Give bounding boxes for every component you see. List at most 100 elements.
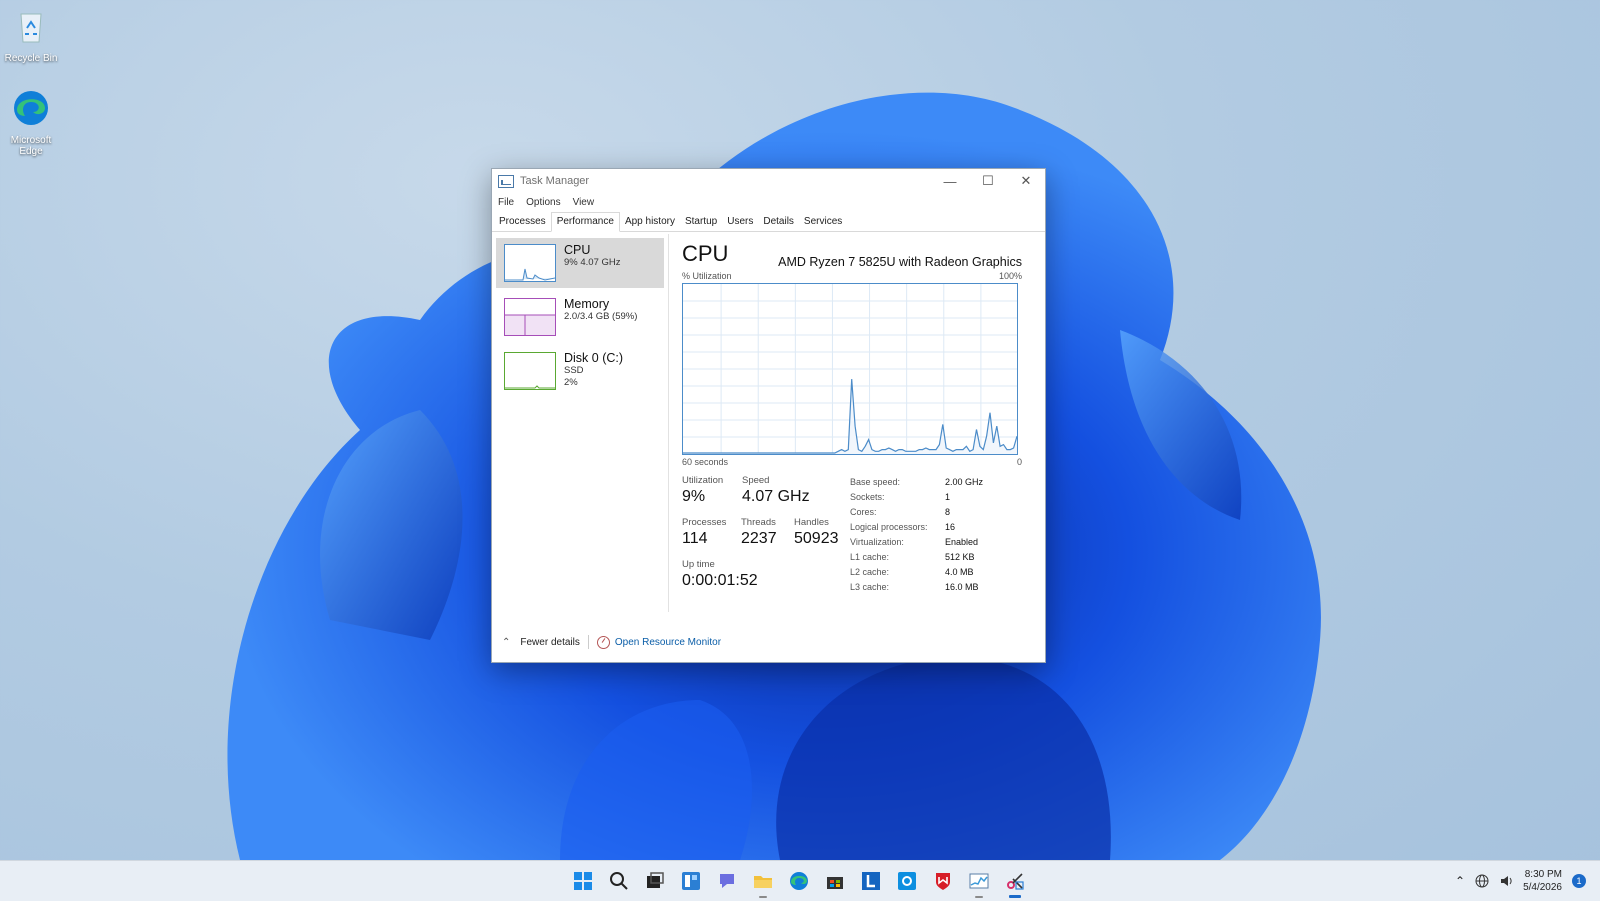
start-button[interactable] [565,861,601,901]
l-app-button[interactable] [853,861,889,901]
utilization-axis-label: % Utilization [682,271,732,281]
cpu-utilization-graph [682,283,1018,455]
spec-value: 2.00 GHz [945,477,984,487]
tab-processes[interactable]: Processes [494,216,551,231]
spec-label: Logical processors: [850,522,928,532]
stat-speed: Speed 4.07 GHz [742,475,810,506]
task-view-button[interactable] [637,861,673,901]
utilization-max-label: 100% [998,271,1022,281]
taskbar-apps [565,861,1033,901]
close-button[interactable]: ✕ [1007,169,1045,193]
spec-label: L2 cache: [850,567,890,577]
clock-date: 5/4/2026 [1523,882,1562,893]
time-axis-end: 0 [1016,457,1022,467]
stat-value: 4.07 GHz [742,488,810,505]
stat-utilization: Utilization 9% [682,475,723,506]
desktop-icon-recycle-bin[interactable]: Recycle Bin [0,6,63,64]
store-button[interactable] [817,861,853,901]
sidebar-item-detail: 2.0/3.4 GB (59%) [564,311,638,322]
title-bar[interactable]: Task Manager — ☐ ✕ [492,169,1045,193]
file-explorer-button[interactable] [745,861,781,901]
l-app-icon [862,872,880,890]
menu-view[interactable]: View [573,197,595,208]
cpu-thumbnail-graph [504,244,556,282]
clock[interactable]: 8:30 PM 5/4/2026 [1523,868,1562,894]
divider [587,635,589,649]
tab-performance[interactable]: Performance [550,212,620,232]
stat-label: Processes [682,517,727,528]
blue-app-button[interactable] [889,861,925,901]
stat-label: Handles [794,517,829,528]
fewer-details-link[interactable]: Fewer details [520,637,579,648]
time-axis-label: 60 seconds [682,457,729,467]
sidebar-item-detail-2: 2% [564,377,578,388]
volume-icon[interactable] [1499,874,1513,888]
spec-row: L3 cache: 16.0 MB [850,580,983,595]
spec-row: L2 cache: 4.0 MB [850,565,983,580]
desktop-icon-edge[interactable]: Microsoft Edge [0,88,63,157]
spec-value: 16 [945,522,956,532]
stat-value: 0:00:01:52 [682,572,758,589]
menu-file[interactable]: File [498,197,514,208]
menu-bar: File Options View [492,193,1045,211]
mcafee-icon [936,873,950,890]
chat-button[interactable] [709,861,745,901]
tab-app-history[interactable]: App history [620,216,680,231]
recycle-bin-icon [20,13,42,43]
snipping-tool-icon [1007,873,1024,890]
task-manager-app-icon [498,174,514,188]
stat-label: Speed [742,475,770,486]
spec-label: L3 cache: [850,582,890,592]
menu-options[interactable]: Options [526,197,560,208]
maximize-button[interactable]: ☐ [969,169,1007,193]
task-manager-button[interactable] [961,861,997,901]
cpu-model: AMD Ryzen 7 5825U with Radeon Graphics [778,255,1022,269]
snipping-tool-button[interactable] [997,861,1033,901]
network-globe-icon[interactable] [1475,874,1489,888]
task-view-icon [647,872,664,888]
spec-label: L1 cache: [850,552,890,562]
notification-badge[interactable]: 1 [1572,874,1586,888]
chevron-up-icon[interactable]: ⌃ [502,637,510,648]
sidebar-item-name: CPU [564,243,591,257]
tab-startup[interactable]: Startup [680,216,722,231]
stat-value: 2237 [741,530,777,547]
sidebar-item-memory[interactable]: Memory 2.0/3.4 GB (59%) [496,292,664,342]
spec-row: Cores: 8 [850,505,983,520]
open-resource-monitor-link[interactable]: Open Resource Monitor [615,637,721,648]
edge-icon [790,872,808,890]
window-footer: ⌃ Fewer details Open Resource Monitor [492,622,1045,662]
spec-value: 16.0 MB [945,582,979,592]
tab-users[interactable]: Users [722,216,758,231]
stat-processes: Processes 114 [682,517,726,548]
stat-handles: Handles 50923 [794,517,839,548]
spec-label: Virtualization: [850,537,904,547]
edge-button[interactable] [781,861,817,901]
cpu-panel: CPU AMD Ryzen 7 5825U with Radeon Graphi… [682,241,1022,605]
tab-services[interactable]: Services [799,216,847,231]
spec-row: Logical processors: 16 [850,520,983,535]
sidebar-item-cpu[interactable]: CPU 9% 4.07 GHz [496,238,664,288]
cpu-graph-svg [683,284,1018,454]
tab-details[interactable]: Details [758,216,799,231]
memory-thumbnail-graph [504,298,556,336]
spec-label: Base speed: [850,477,901,487]
start-icon [574,872,592,890]
store-icon [827,877,843,889]
performance-sidebar: CPU 9% 4.07 GHz Memory 2.0/3.4 GB (59%) … [492,234,669,612]
widgets-button[interactable] [673,861,709,901]
spec-row: Sockets: 1 [850,490,983,505]
resource-monitor-icon [596,635,610,649]
search-button[interactable] [601,861,637,901]
minimize-button[interactable]: — [931,169,969,193]
mcafee-button[interactable] [925,861,961,901]
show-hidden-icons-chevron-icon[interactable]: ⌃ [1455,874,1465,888]
desktop-icon-label: Microsoft Edge [10,135,52,157]
stat-value: 50923 [794,530,839,547]
spec-value: Enabled [945,537,979,547]
spec-value: 8 [945,507,951,517]
clock-time: 8:30 PM [1524,869,1562,880]
spec-value: 4.0 MB [945,567,974,577]
taskbar: ⌃ 8:30 PM 5/4/2026 1 [0,860,1600,901]
sidebar-item-disk[interactable]: Disk 0 (C:) SSD 2% [496,346,664,396]
